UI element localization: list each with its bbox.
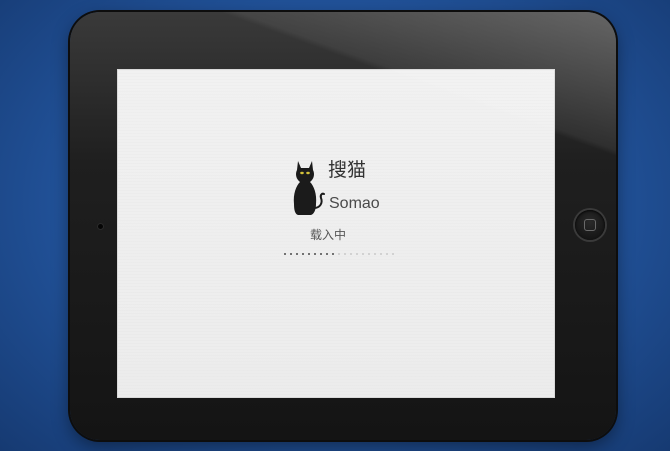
loading-dot — [374, 253, 376, 255]
black-cat-icon — [293, 161, 325, 215]
loading-dot — [392, 253, 394, 255]
loading-dot — [296, 253, 298, 255]
front-camera — [98, 224, 103, 229]
loading-dot — [380, 253, 382, 255]
loading-dot — [356, 253, 358, 255]
loading-dot — [326, 253, 328, 255]
loading-dot — [320, 253, 322, 255]
loading-label: 载入中 — [310, 228, 347, 242]
loading-progress-indicator — [284, 252, 394, 256]
app-name-chinese: 搜猫 — [328, 159, 367, 181]
loading-dot — [338, 253, 340, 255]
loading-dot — [284, 253, 286, 255]
loading-dot — [368, 253, 370, 255]
home-button-icon — [584, 219, 596, 231]
loading-dot — [290, 253, 292, 255]
loading-dot — [332, 253, 334, 255]
loading-dot — [308, 253, 310, 255]
loading-dot — [344, 253, 346, 255]
loading-dot — [350, 253, 352, 255]
app-name-english: Somao — [329, 195, 380, 212]
loading-dot — [302, 253, 304, 255]
loading-dot — [314, 253, 316, 255]
loading-dot — [386, 253, 388, 255]
home-button[interactable] — [575, 210, 605, 240]
loading-dot — [362, 253, 364, 255]
